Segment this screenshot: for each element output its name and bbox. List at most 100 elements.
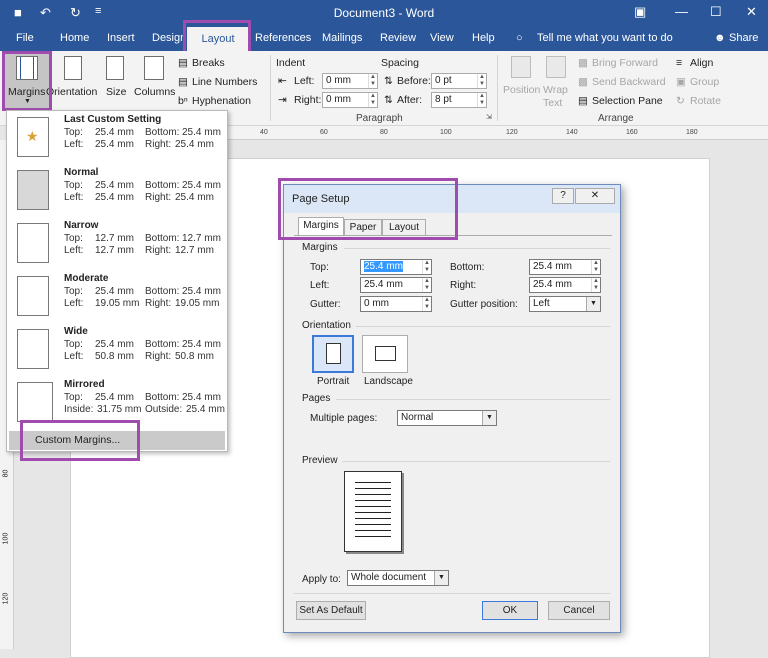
hyphenation-button[interactable]: Hyphenation	[192, 95, 251, 107]
horizontal-ruler[interactable]: 40 60 80 100 120 140 160 180	[228, 126, 768, 140]
apply-to-select[interactable]: Whole document ▼	[347, 570, 449, 586]
margin-option-label: Inside:	[64, 404, 94, 415]
gutter-position-select[interactable]: Left ▼	[529, 296, 601, 312]
dialog-close-button[interactable]: ✕	[575, 188, 615, 204]
left-input[interactable]: 25.4 mm ▲ ▼	[360, 277, 432, 293]
tab-review[interactable]: Review	[380, 32, 416, 44]
margin-option-label: Right:	[145, 245, 172, 256]
set-as-default-button[interactable]: Set As Default	[296, 601, 366, 620]
share-button[interactable]: Share	[729, 32, 758, 44]
margin-option-wide[interactable]: Wide Top: 25.4 mm Bottom: 25.4 mm Left: …	[7, 323, 227, 376]
line-numbers-button[interactable]: Line Numbers	[192, 76, 257, 88]
align-button[interactable]: Align	[690, 57, 713, 69]
chevron-down-icon[interactable]: ▼	[434, 571, 448, 585]
ruler-tick: 80	[2, 469, 10, 478]
margins-button-highlight	[2, 51, 52, 111]
rotate-icon: ↻	[676, 95, 685, 107]
margin-option-label: Right:	[145, 139, 172, 150]
spinner-arrows-icon[interactable]: ▲ ▼	[422, 260, 431, 274]
share-icon[interactable]: ☻	[714, 32, 726, 44]
spacing-heading: Spacing	[381, 57, 419, 69]
bring-forward-button[interactable]: Bring Forward	[592, 57, 658, 69]
margin-option-normal[interactable]: Normal Top: 25.4 mm Bottom: 25.4 mm Left…	[7, 164, 227, 217]
size-icon	[106, 56, 124, 80]
help-button[interactable]: ?	[552, 188, 574, 204]
spinner-arrows-icon[interactable]: ▲ ▼	[591, 260, 600, 274]
spinner-arrows-icon[interactable]: ▲ ▼	[477, 74, 486, 88]
wide-thumb-icon	[17, 329, 49, 369]
send-backward-button[interactable]: Send Backward	[592, 76, 666, 88]
margin-option-value: 12.7 mm	[182, 233, 221, 244]
after-input[interactable]: 8 pt ▲ ▼	[431, 92, 487, 108]
tab-design[interactable]: Design	[152, 32, 186, 44]
orientation-button[interactable]: Orientation	[46, 53, 98, 109]
tab-help[interactable]: Help	[472, 32, 495, 44]
margin-option-value: 25.4 mm	[182, 127, 221, 138]
spinner-arrows-icon[interactable]: ▲ ▼	[368, 93, 377, 107]
tab-view[interactable]: View	[430, 32, 454, 44]
tab-references[interactable]: References	[255, 32, 311, 44]
send-backward-icon: ▩	[578, 76, 588, 88]
tab-mailings[interactable]: Mailings	[322, 32, 362, 44]
separator	[336, 399, 610, 400]
separator	[342, 461, 610, 462]
before-input[interactable]: 0 pt ▲ ▼	[431, 73, 487, 89]
margin-option-label: Bottom:	[145, 392, 180, 403]
orientation-section-label: Orientation	[302, 320, 351, 331]
group-button[interactable]: Group	[690, 76, 719, 88]
margin-option-label: Bottom:	[145, 180, 180, 191]
size-button[interactable]: Size	[100, 53, 132, 109]
margin-option-moderate[interactable]: Moderate Top: 25.4 mm Bottom: 25.4 mm Le…	[7, 270, 227, 323]
columns-button[interactable]: Columns	[132, 53, 176, 109]
spinner-arrows-icon[interactable]: ▲ ▼	[422, 278, 431, 292]
preview-section-label: Preview	[302, 455, 338, 466]
spinner-arrows-icon[interactable]: ▲ ▼	[422, 297, 431, 311]
margin-option-last-custom[interactable]: ★ Last Custom Setting Top: 25.4 mm Botto…	[7, 111, 227, 164]
ok-button[interactable]: OK	[482, 601, 538, 620]
minimize-button[interactable]: —	[675, 4, 688, 19]
margin-option-value: 50.8 mm	[95, 351, 134, 362]
indent-left-input[interactable]: 0 mm ▲ ▼	[322, 73, 378, 89]
moderate-thumb-icon	[17, 276, 49, 316]
chevron-down-icon[interactable]: ▼	[586, 297, 600, 311]
margin-option-narrow[interactable]: Narrow Top: 12.7 mm Bottom: 12.7 mm Left…	[7, 217, 227, 270]
ruler-tick: 60	[320, 129, 328, 136]
bottom-input[interactable]: 25.4 mm ▲ ▼	[529, 259, 601, 275]
ruler-tick: 160	[626, 129, 638, 136]
margin-option-name: Last Custom Setting	[64, 114, 162, 125]
position-button[interactable]: Position	[503, 84, 540, 96]
spinner-arrows-icon[interactable]: ▲ ▼	[591, 278, 600, 292]
breaks-button[interactable]: Breaks	[192, 57, 225, 69]
tab-home[interactable]: Home	[60, 32, 89, 44]
normal-thumb-icon	[17, 170, 49, 210]
wrap-text-icon	[546, 56, 566, 78]
portrait-button[interactable]	[312, 335, 354, 373]
chevron-down-icon[interactable]: ▼	[482, 411, 496, 425]
spinner-arrows-icon[interactable]: ▲ ▼	[477, 93, 486, 107]
tell-me-input[interactable]: Tell me what you want to do	[537, 32, 673, 44]
ruler-tick: 80	[380, 129, 388, 136]
tab-insert[interactable]: Insert	[107, 32, 135, 44]
ribbon-display-icon[interactable]: ▣	[634, 4, 646, 20]
cancel-button[interactable]: Cancel	[548, 601, 610, 620]
maximize-button[interactable]: ☐	[710, 4, 722, 20]
margin-option-value: 25.4 mm	[186, 404, 225, 415]
gutter-input[interactable]: 0 mm ▲ ▼	[360, 296, 432, 312]
ribbon-tabs: File Home Insert Design Layout Reference…	[0, 27, 768, 51]
selection-pane-button[interactable]: Selection Pane	[592, 95, 663, 107]
multiple-pages-select[interactable]: Normal ▼	[397, 410, 497, 426]
close-button[interactable]: ✕	[746, 4, 757, 20]
rotate-button[interactable]: Rotate	[690, 95, 721, 107]
wrap-text-button[interactable]: Wrap Text	[543, 84, 573, 110]
right-input[interactable]: 25.4 mm ▲ ▼	[529, 277, 601, 293]
margin-option-label: Top:	[64, 392, 83, 403]
landscape-button[interactable]	[362, 335, 408, 373]
indent-right-input[interactable]: 0 mm ▲ ▼	[322, 92, 378, 108]
title-bar: ■ ↶ ↻ ≡ Document3 - Word ▣ — ☐ ✕	[0, 0, 768, 27]
margin-option-label: Top:	[64, 233, 83, 244]
top-input[interactable]: 25.4 mm ▲ ▼	[360, 259, 432, 275]
pages-section-label: Pages	[302, 393, 331, 404]
spinner-arrows-icon[interactable]: ▲ ▼	[368, 74, 377, 88]
tab-file[interactable]: File	[16, 32, 34, 44]
dialog-launcher-icon[interactable]: ⇲	[486, 113, 492, 121]
